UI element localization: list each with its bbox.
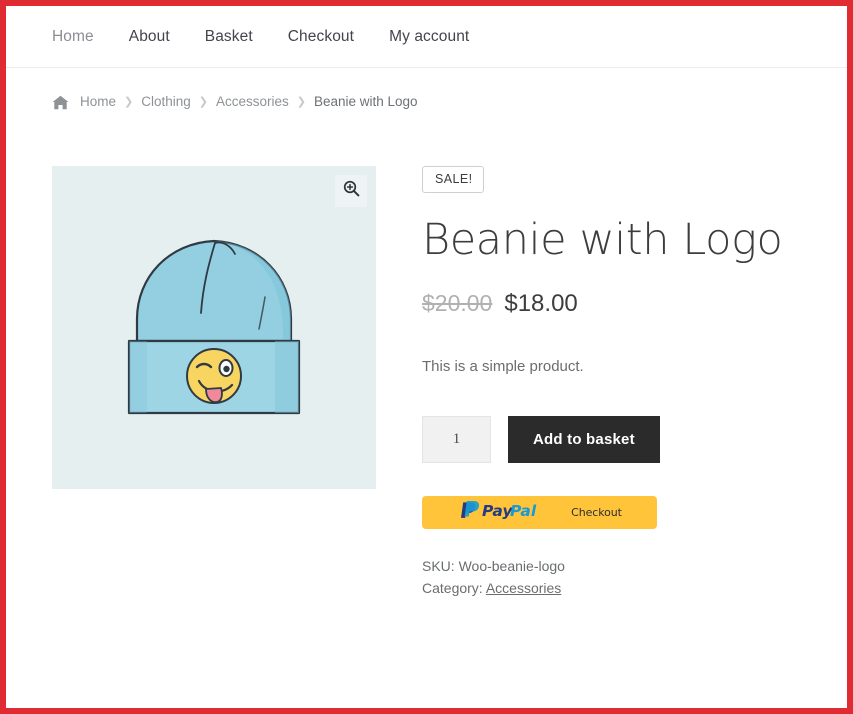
nav-item-basket[interactable]: Basket bbox=[205, 28, 253, 46]
breadcrumb-separator: ❯ bbox=[296, 96, 306, 108]
product-short-description: This is a simple product. bbox=[422, 357, 584, 375]
product-title: Beanie with Logo bbox=[422, 214, 783, 265]
paypal-logo-icon: Pay Pal bbox=[457, 500, 565, 525]
breadcrumb-item-clothing[interactable]: Clothing bbox=[141, 94, 191, 109]
page-frame: Home About Basket Checkout My account Ho… bbox=[0, 0, 853, 714]
svg-text:Pal: Pal bbox=[510, 502, 537, 520]
breadcrumb-separator: ❯ bbox=[198, 96, 208, 108]
price-sale: $18.00 bbox=[504, 289, 578, 317]
product-summary: SALE! Beanie with Logo $20.00 $18.00 Thi… bbox=[376, 166, 812, 600]
sku-label: SKU: bbox=[422, 557, 455, 574]
breadcrumb-item-accessories[interactable]: Accessories bbox=[216, 94, 289, 109]
site-header: Home About Basket Checkout My account bbox=[6, 6, 847, 68]
magnifier-plus-icon bbox=[343, 180, 360, 202]
product-sku: SKU: Woo-beanie-logo bbox=[422, 555, 812, 577]
sku-value: Woo-beanie-logo bbox=[458, 557, 565, 574]
main-navigation: Home About Basket Checkout My account bbox=[52, 28, 504, 46]
paypal-checkout-label: Checkout bbox=[571, 505, 622, 519]
sale-badge: SALE! bbox=[422, 166, 485, 193]
paypal-checkout-button[interactable]: Pay Pal Checkout bbox=[422, 495, 657, 529]
category-link[interactable]: Accessories bbox=[486, 580, 561, 596]
breadcrumb-item-home[interactable]: Home bbox=[80, 94, 116, 109]
nav-item-home[interactable]: Home bbox=[52, 28, 94, 46]
price-row: $20.00 $18.00 bbox=[422, 290, 812, 318]
add-to-basket-button[interactable]: Add to basket bbox=[508, 415, 660, 463]
nav-item-about[interactable]: About bbox=[129, 28, 170, 46]
product-section: SALE! Beanie with Logo $20.00 $18.00 Thi… bbox=[6, 109, 847, 600]
product-gallery bbox=[52, 166, 376, 489]
add-to-cart-form: Add to basket bbox=[422, 415, 812, 463]
breadcrumb-separator: ❯ bbox=[124, 96, 134, 108]
nav-item-checkout[interactable]: Checkout bbox=[288, 28, 354, 46]
price-original: $20.00 bbox=[422, 289, 493, 316]
breadcrumb: Home ❯ Clothing ❯ Accessories ❯ Beanie w… bbox=[6, 68, 847, 110]
svg-text:Pay: Pay bbox=[482, 502, 513, 520]
category-label: Category: bbox=[422, 580, 483, 597]
product-category: Category: Accessories bbox=[422, 577, 812, 599]
nav-item-my-account[interactable]: My account bbox=[389, 28, 469, 46]
home-icon bbox=[52, 95, 69, 110]
quantity-input[interactable] bbox=[422, 415, 491, 463]
breadcrumb-item-current: Beanie with Logo bbox=[313, 94, 418, 109]
product-image[interactable] bbox=[52, 166, 376, 489]
product-meta: SKU: Woo-beanie-logo Category: Accessori… bbox=[422, 555, 812, 600]
zoom-image-button[interactable] bbox=[335, 175, 367, 207]
